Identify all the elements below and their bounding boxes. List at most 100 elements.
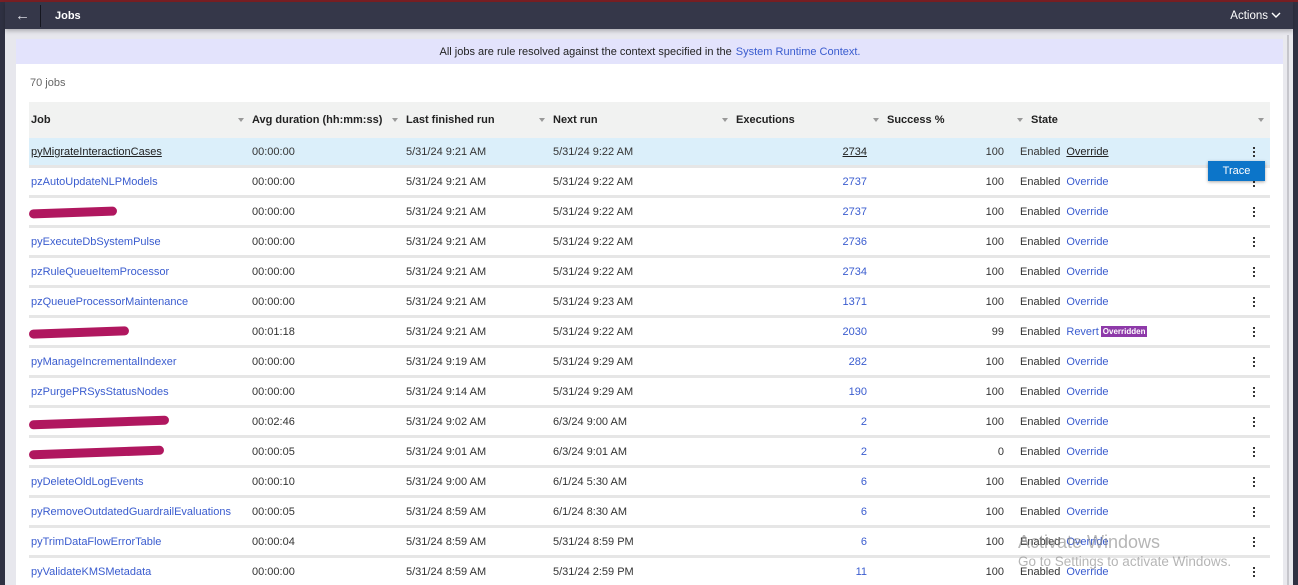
table-row[interactable]: pyRemoveOutdatedGuardrailEvaluations 00:0… bbox=[29, 498, 1270, 528]
success-percent-cell: 100 bbox=[985, 145, 1004, 158]
job-name-link[interactable]: pyExecuteDbSystemPulse bbox=[31, 236, 161, 248]
executions-link[interactable]: 2737 bbox=[843, 206, 867, 218]
table-row[interactable]: pyMigrateInteractionCases 00:00:00 5/31/24… bbox=[29, 138, 1270, 168]
override-link[interactable]: Override bbox=[1066, 536, 1108, 548]
kebab-menu-icon[interactable] bbox=[1249, 565, 1260, 579]
sort-caret-icon[interactable] bbox=[392, 118, 398, 122]
executions-link[interactable]: 2030 bbox=[843, 326, 867, 338]
back-button[interactable]: ← bbox=[5, 2, 40, 29]
kebab-menu-icon[interactable] bbox=[1249, 145, 1260, 159]
state-text: Enabled bbox=[1020, 385, 1061, 398]
override-link[interactable]: Override bbox=[1066, 356, 1108, 368]
table-row[interactable]: pyDeleteOldLogEvents 00:00:10 5/31/24 9:00… bbox=[29, 468, 1270, 498]
system-runtime-context-link[interactable]: System Runtime Context. bbox=[736, 46, 861, 58]
kebab-menu-icon[interactable] bbox=[1249, 385, 1260, 399]
executions-link[interactable]: 6 bbox=[861, 476, 867, 488]
sort-caret-icon[interactable] bbox=[539, 118, 545, 122]
column-header-avg-duration[interactable]: Avg duration (hh:mm:ss) bbox=[250, 102, 404, 138]
executions-link[interactable]: 190 bbox=[849, 386, 867, 398]
executions-link[interactable]: 2736 bbox=[843, 236, 867, 248]
avg-duration-cell: 00:00:05 bbox=[252, 505, 295, 518]
override-link[interactable]: Override bbox=[1066, 296, 1108, 308]
table-row[interactable]: pzAutoUpdateNLPModels 00:00:00 5/31/24 9:2… bbox=[29, 168, 1270, 198]
column-header-last-finished-run[interactable]: Last finished run bbox=[404, 102, 551, 138]
sort-caret-icon[interactable] bbox=[722, 118, 728, 122]
kebab-menu-icon[interactable] bbox=[1249, 205, 1260, 219]
executions-link[interactable]: 1371 bbox=[843, 296, 867, 308]
row-menu-cell bbox=[1218, 438, 1270, 465]
override-link[interactable]: Override bbox=[1066, 236, 1108, 248]
executions-link[interactable]: 2 bbox=[861, 416, 867, 428]
override-link[interactable]: Override bbox=[1066, 506, 1108, 518]
revert-link[interactable]: Revert bbox=[1066, 326, 1098, 338]
job-name-link[interactable]: pzAutoUpdateNLPModels bbox=[31, 176, 158, 188]
job-name-link[interactable]: pzRuleQueueItemProcessor bbox=[31, 266, 169, 278]
executions-link[interactable]: 6 bbox=[861, 506, 867, 518]
override-link[interactable]: Override bbox=[1066, 476, 1108, 488]
executions-link[interactable]: 2737 bbox=[843, 176, 867, 188]
row-menu-cell bbox=[1218, 258, 1270, 285]
job-name-link[interactable]: pzQueueProcessorMaintenance bbox=[31, 296, 188, 308]
job-name-link[interactable]: pyMigrateInteractionCases bbox=[31, 146, 162, 158]
table-row[interactable]: 00:00:05 5/31/24 9:01 AM 6/3/24 9:01 AM 2 0 E… bbox=[28, 438, 1270, 468]
job-name-link[interactable]: pyDeleteOldLogEvents bbox=[31, 476, 144, 488]
table-row[interactable]: 00:01:18 5/31/24 9:21 AM 5/31/24 9:22 AM 20… bbox=[28, 318, 1270, 348]
job-name-link[interactable]: pyTrimDataFlowErrorTable bbox=[31, 536, 161, 548]
kebab-menu-icon[interactable] bbox=[1249, 445, 1260, 459]
last-finished-run-cell: 5/31/24 9:21 AM bbox=[406, 145, 487, 158]
scrollbar-thumb[interactable] bbox=[1287, 35, 1289, 585]
table-row[interactable]: 00:02:46 5/31/24 9:02 AM 6/3/24 9:00 AM 2 10… bbox=[28, 408, 1270, 438]
last-finished-run-cell: 5/31/24 8:59 AM bbox=[406, 505, 487, 518]
override-link[interactable]: Override bbox=[1066, 206, 1108, 218]
page-scrollbar[interactable] bbox=[1283, 35, 1293, 585]
column-header-executions[interactable]: Executions bbox=[734, 102, 885, 138]
sort-caret-icon[interactable] bbox=[238, 118, 244, 122]
override-link[interactable]: Override bbox=[1066, 446, 1108, 458]
sort-caret-icon[interactable] bbox=[1017, 118, 1023, 122]
job-name-link[interactable]: pyManageIncrementalIndexer bbox=[31, 356, 177, 368]
executions-link[interactable]: 2734 bbox=[843, 266, 867, 278]
override-link[interactable]: Override bbox=[1066, 416, 1108, 428]
executions-link[interactable]: 11 bbox=[856, 566, 867, 578]
override-link[interactable]: Override bbox=[1066, 266, 1108, 278]
executions-link[interactable]: 2734 bbox=[843, 146, 867, 158]
table-row[interactable]: pyValidateKMSMetadata 00:00:00 5/31/24 8:5… bbox=[29, 558, 1270, 585]
state-cell: Enabled Override bbox=[1018, 528, 1218, 555]
table-row[interactable]: pzQueueProcessorMaintenance 00:00:00 5/31/… bbox=[29, 288, 1270, 318]
override-link[interactable]: Override bbox=[1066, 146, 1108, 158]
executions-link[interactable]: 282 bbox=[849, 356, 867, 368]
executions-link[interactable]: 2 bbox=[861, 446, 867, 458]
header-divider bbox=[40, 4, 41, 27]
column-header-success-percent[interactable]: Success % bbox=[885, 102, 1029, 138]
override-link[interactable]: Override bbox=[1066, 566, 1108, 578]
job-name-link[interactable]: pyRemoveOutdatedGuardrailEvaluations bbox=[31, 506, 231, 518]
kebab-menu-icon[interactable] bbox=[1249, 355, 1260, 369]
table-row[interactable]: 00:00:00 5/31/24 9:21 AM 5/31/24 9:22 AM 27… bbox=[28, 198, 1270, 228]
sort-caret-icon[interactable] bbox=[873, 118, 879, 122]
trace-menu-item[interactable]: Trace bbox=[1208, 161, 1265, 181]
kebab-menu-icon[interactable] bbox=[1249, 535, 1260, 549]
kebab-menu-icon[interactable] bbox=[1249, 295, 1260, 309]
job-name-link[interactable]: pyValidateKMSMetadata bbox=[31, 566, 151, 578]
kebab-menu-icon[interactable] bbox=[1249, 265, 1260, 279]
table-row[interactable]: pzRuleQueueItemProcessor 00:00:00 5/31/24 … bbox=[29, 258, 1270, 288]
column-header-state[interactable]: State bbox=[1029, 102, 1270, 138]
override-link[interactable]: Override bbox=[1066, 176, 1108, 188]
override-link[interactable]: Override bbox=[1066, 386, 1108, 398]
table-row[interactable]: pyTrimDataFlowErrorTable 00:00:04 5/31/24 … bbox=[29, 528, 1270, 558]
kebab-menu-icon[interactable] bbox=[1249, 325, 1260, 339]
column-header-next-run[interactable]: Next run bbox=[551, 102, 734, 138]
table-row[interactable]: pzPurgePRSysStatusNodes 00:00:00 5/31/24 9… bbox=[29, 378, 1270, 408]
kebab-menu-icon[interactable] bbox=[1249, 415, 1260, 429]
table-row[interactable]: pyExecuteDbSystemPulse 00:00:00 5/31/24 9:… bbox=[29, 228, 1270, 258]
column-header-job[interactable]: Job bbox=[29, 102, 250, 138]
actions-menu-button[interactable]: Actions bbox=[1230, 10, 1281, 22]
executions-link[interactable]: 6 bbox=[861, 536, 867, 548]
table-row[interactable]: pyManageIncrementalIndexer 00:00:00 5/31/2… bbox=[29, 348, 1270, 378]
job-name-link[interactable]: pzPurgePRSysStatusNodes bbox=[31, 386, 169, 398]
sort-caret-icon[interactable] bbox=[1258, 118, 1264, 122]
kebab-menu-icon[interactable] bbox=[1249, 475, 1260, 489]
kebab-menu-icon[interactable] bbox=[1249, 505, 1260, 519]
kebab-menu-icon[interactable] bbox=[1249, 235, 1260, 249]
executions-cell: 190 bbox=[734, 378, 875, 405]
